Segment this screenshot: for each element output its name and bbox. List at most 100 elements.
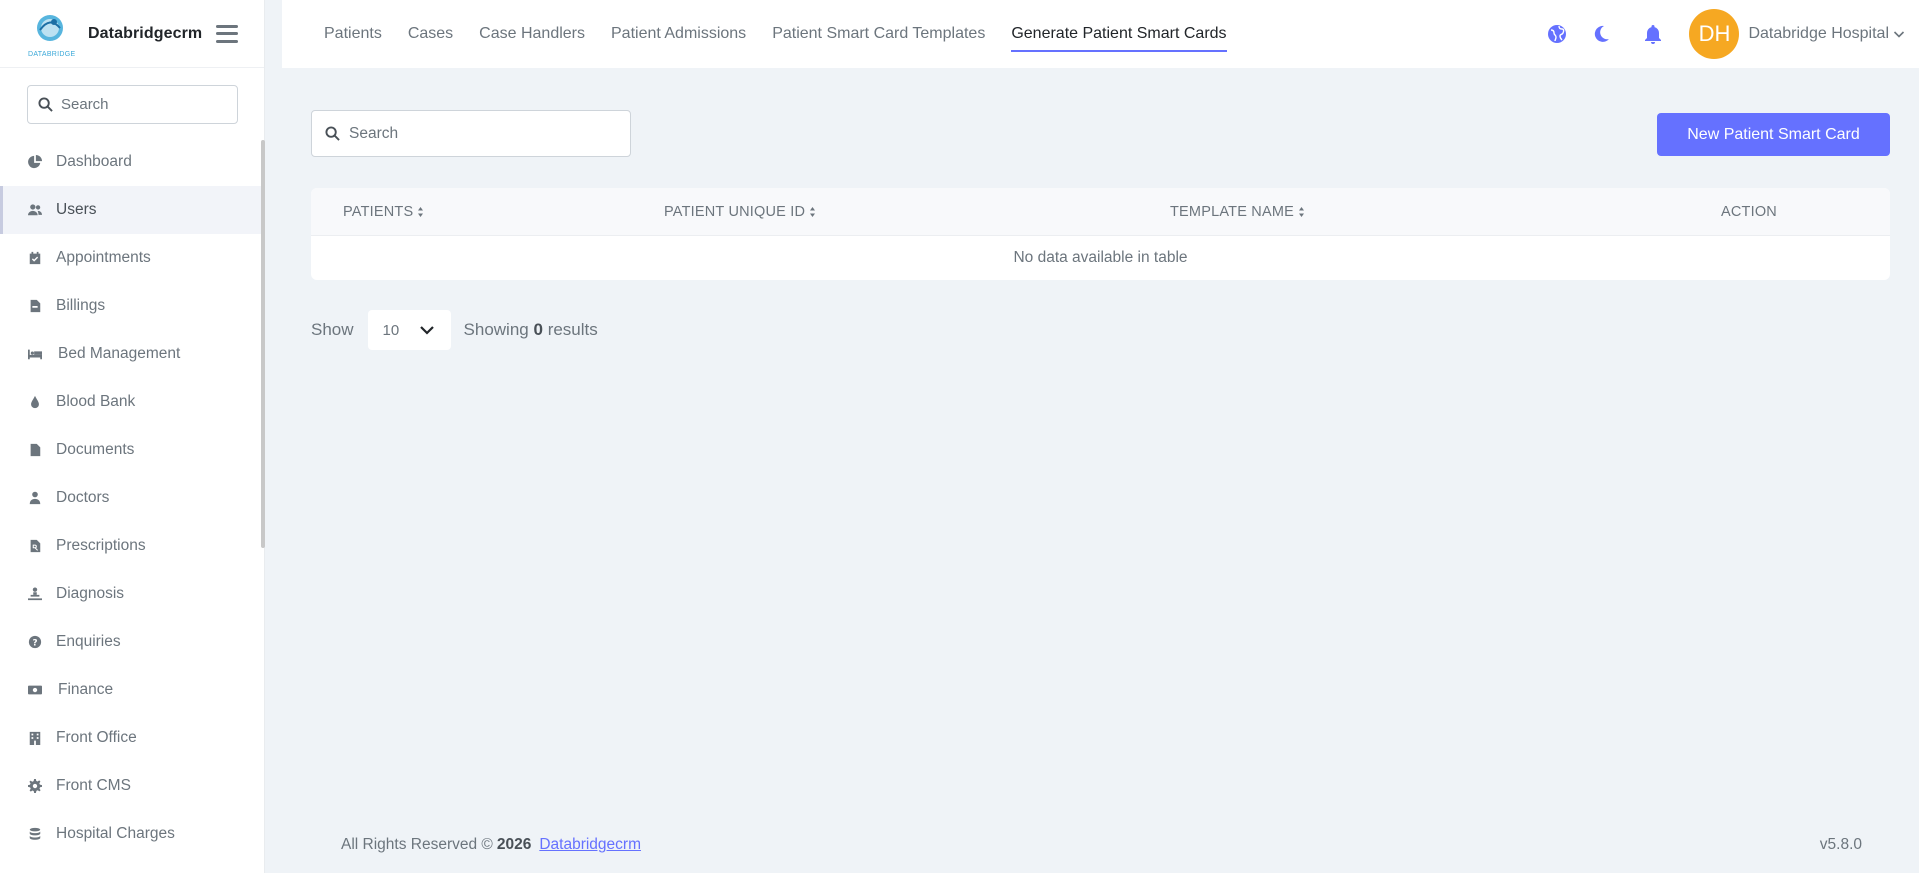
copyright-year: 2026 [496,836,532,853]
column-header-action: ACTION [1721,188,1777,236]
sidebar-item-label: Dashboard [56,153,132,170]
file-icon [26,441,44,459]
tab-patients[interactable]: Patients [324,0,382,68]
table-header: PATIENTS PATIENT UNIQUE ID TEMPLATE NAME… [311,188,1890,236]
results-number: 0 [533,320,543,339]
users-icon [26,201,44,219]
sidebar-item-label: Bed Management [58,345,181,362]
sidebar-menu: Dashboard Users Appointments Billings Be… [0,138,262,858]
sidebar-item-blood-bank[interactable]: Blood Bank [0,378,262,426]
top-nav: Patients Cases Case Handlers Patient Adm… [282,0,1253,68]
bed-icon [26,345,44,363]
calendar-check-icon [26,249,44,267]
show-label: Show [311,320,354,339]
sidebar-item-front-cms[interactable]: Front CMS [0,762,262,810]
sidebar-search [27,85,238,124]
sidebar-item-label: Documents [56,441,135,458]
sidebar-item-documents[interactable]: Documents [0,426,262,474]
sort-icon [809,206,816,218]
user-doctor-icon [26,489,44,507]
tab-patient-smart-card-templates[interactable]: Patient Smart Card Templates [772,0,985,68]
sidebar-item-label: Blood Bank [56,393,136,410]
column-label: PATIENTS [343,204,414,220]
sidebar-item-finance[interactable]: Finance [0,666,262,714]
sidebar-search-input[interactable] [61,96,231,113]
tab-generate-patient-smart-cards[interactable]: Generate Patient Smart Cards [1011,0,1227,68]
sidebar-item-label: Front Office [56,729,137,746]
menu-toggle-icon[interactable] [216,24,239,43]
sidebar-item-label: Users [56,201,97,218]
results-suffix: results [547,320,598,339]
sidebar-item-enquiries[interactable]: ? Enquiries [0,618,262,666]
user-menu[interactable]: Databridge Hospital [1748,25,1889,43]
sort-icon [417,206,424,218]
svg-text:?: ? [32,639,37,649]
sidebar-item-hospital-charges[interactable]: Hospital Charges [0,810,262,858]
sidebar-item-label: Doctors [56,489,110,506]
column-label: ACTION [1721,204,1777,220]
building-icon [26,729,44,747]
chevron-down-icon [419,326,434,335]
search-icon [38,97,53,112]
top-actions: DH Databridge Hospital [1525,0,1905,68]
sidebar-item-bed-management[interactable]: Bed Management [0,330,262,378]
brand-logo[interactable]: DATABRIDGE [26,8,78,60]
pagination-bar: Show 10 Showing 0 results [311,310,598,350]
gear-icon [26,777,44,795]
copyright-text: All Rights Reserved © [341,836,493,853]
sidebar-item-prescriptions[interactable]: Prescriptions [0,522,262,570]
sidebar-item-label: Prescriptions [56,537,146,554]
avatar[interactable]: DH [1689,9,1740,59]
page-size-select[interactable]: 10 [367,310,451,350]
sidebar: DATABRIDGE Databridgecrm Dashboard Users… [0,0,265,873]
table-search [311,110,631,157]
tab-cases[interactable]: Cases [408,0,453,68]
footer-link[interactable]: Databridgecrm [539,836,641,854]
bell-icon[interactable] [1641,22,1665,46]
tab-case-handlers[interactable]: Case Handlers [479,0,585,68]
empty-table-message: No data available in table [1013,249,1188,266]
footer: All Rights Reserved © 2026 Databridgecrm [341,836,641,854]
results-prefix: Showing [463,320,529,339]
sidebar-item-label: Front CMS [56,777,131,794]
sidebar-item-diagnosis[interactable]: Diagnosis [0,570,262,618]
sidebar-item-doctors[interactable]: Doctors [0,474,262,522]
diagnoses-icon [26,585,44,603]
column-label: TEMPLATE NAME [1170,204,1294,220]
file-invoice-icon [26,297,44,315]
moon-icon[interactable] [1589,22,1613,46]
sidebar-item-appointments[interactable]: Appointments [0,234,262,282]
column-header-template-name[interactable]: TEMPLATE NAME [1170,188,1305,236]
sidebar-scrollbar[interactable] [261,140,265,548]
column-header-patients[interactable]: PATIENTS [343,188,424,236]
sidebar-item-label: Appointments [56,249,151,266]
brand-name[interactable]: Databridgecrm [88,25,202,43]
column-label: PATIENT UNIQUE ID [664,204,806,220]
sidebar-item-label: Billings [56,297,106,314]
page-size-value: 10 [382,321,400,339]
sidebar-item-label: Hospital Charges [56,825,175,842]
sidebar-item-dashboard[interactable]: Dashboard [0,138,262,186]
new-patient-smart-card-button[interactable]: New Patient Smart Card [1657,113,1890,156]
coins-icon [26,825,44,843]
sidebar-item-label: Finance [58,681,114,698]
tab-patient-admissions[interactable]: Patient Admissions [611,0,746,68]
table-search-input[interactable] [349,124,619,143]
logo-text: DATABRIDGE [28,50,76,58]
sidebar-item-billings[interactable]: Billings [0,282,262,330]
smart-cards-table: PATIENTS PATIENT UNIQUE ID TEMPLATE NAME… [311,188,1890,280]
sidebar-item-label: Enquiries [56,633,121,650]
sidebar-item-label: Diagnosis [56,585,125,602]
globe-icon[interactable] [1545,22,1569,46]
results-count: Showing 0 results [464,320,598,340]
chevron-down-icon[interactable] [1893,28,1905,40]
money-bill-icon [26,681,44,699]
sidebar-item-users[interactable]: Users [0,186,262,234]
brand: DATABRIDGE Databridgecrm [0,0,264,68]
top-bar: Patients Cases Case Handlers Patient Adm… [282,0,1919,68]
droplet-icon [26,393,44,411]
pie-chart-icon [26,153,44,171]
column-header-patient-unique-id[interactable]: PATIENT UNIQUE ID [664,188,816,236]
file-prescription-icon [26,537,44,555]
sidebar-item-front-office[interactable]: Front Office [0,714,262,762]
